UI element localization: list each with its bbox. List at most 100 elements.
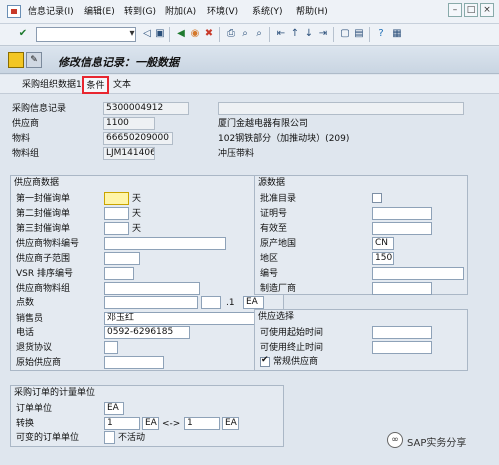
source-data-title: 源数据 [258,178,286,188]
command-dropdown-icon[interactable]: ▾ [128,27,136,41]
watermark-logo-icon: ∞ [387,432,403,448]
expand-left-icon[interactable]: ◁ [140,27,154,41]
material-group-field: LJM141406 [103,147,155,160]
reminder2-field[interactable] [104,207,129,220]
watermark-text: SAP实务分享 [407,438,467,449]
points-label: 点数 [16,298,35,308]
help-icon[interactable]: ? [374,27,388,41]
vendor-subrange-label: 供应商子范围 [16,254,71,264]
available-from-field[interactable] [372,326,432,339]
menu-goto[interactable]: 转到(G) [124,6,156,19]
prev-page-icon[interactable]: ↑ [288,27,302,41]
texts-button[interactable]: 文本 [113,78,131,92]
number-label: 编号 [260,269,279,279]
phone-label: 电话 [16,328,35,338]
certificate-field[interactable] [372,207,432,220]
manufacturer-field[interactable] [372,282,432,295]
points-field[interactable] [104,296,198,309]
variable-unit-label: 可变的订单单位 [16,433,80,443]
back-icon[interactable]: ◀ [174,27,188,41]
first-page-icon[interactable]: ⇤ [274,27,288,41]
info-record-desc-field [218,102,464,115]
vsr-sort-label: VSR 排序编号 [16,269,73,279]
save-icon[interactable]: ▣ [153,27,167,41]
print-icon[interactable]: ⎙ [224,27,238,41]
reminder1-unit: 天 [132,194,142,204]
reminder1-label: 第一封催询单 [16,194,71,204]
approval-list-checkbox[interactable] [372,193,382,203]
conditions-button[interactable]: 条件 [82,76,109,94]
material-description: 102钢铁部分（加推动块）(209) [218,134,350,144]
number-field[interactable] [372,267,464,280]
valid-to-field[interactable] [372,222,432,235]
material-field: 66650209000 [103,132,173,145]
conversion-left-field[interactable]: 1 [104,417,140,430]
return-agreement-field[interactable] [104,341,118,354]
exit-icon[interactable]: ◉ [188,27,202,41]
region-field[interactable]: 150 [372,252,394,265]
vendor-subrange-field[interactable] [104,252,140,265]
valid-to-label: 有效至 [260,224,288,234]
info-record-field: 5300004912 [103,102,189,115]
order-unit-field[interactable]: EA [104,402,124,415]
toolbar-separator [333,27,334,42]
material-label: 物料 [12,134,31,144]
enter-icon[interactable]: ✔ [16,27,30,41]
minimize-icon[interactable]: – [448,3,462,17]
salesperson-label: 销售员 [16,314,44,324]
menu-info-record[interactable]: 信息记录(I) [28,6,74,19]
phone-field[interactable]: 0592-6296185 [104,326,190,339]
reminder1-field[interactable] [104,192,129,205]
regular-vendor-checkbox[interactable] [260,355,270,367]
next-page-icon[interactable]: ↓ [302,27,316,41]
conversion-label: 转换 [16,419,35,429]
reminder3-field[interactable] [104,222,129,235]
available-to-field[interactable] [372,341,432,354]
vendor-material-no-field[interactable] [104,237,226,250]
display-change-icon[interactable]: ✎ [26,52,42,68]
new-session-icon[interactable]: ▢ [338,27,352,41]
points-unit-field[interactable]: EA [243,296,264,309]
page-title: 修改信息记录：一般数据 [58,56,179,69]
menu-environment[interactable]: 环境(V) [207,6,238,19]
original-vendor-field[interactable] [104,356,164,369]
toolbar-separator [369,27,370,42]
regular-vendor-label: 常规供应商 [273,357,319,367]
menu-extras[interactable]: 附加(A) [165,6,196,19]
menu-system[interactable]: 系统(Y) [252,6,283,19]
origin-country-field[interactable]: CN [372,237,394,250]
cancel-icon[interactable]: ✖ [202,27,216,41]
variable-unit-status: 不活动 [118,433,146,443]
conversion-arrow: <-> [162,419,181,429]
conversion-right-field[interactable]: 1 [184,417,220,430]
menu-help[interactable]: 帮助(H) [296,6,328,19]
variable-unit-field[interactable] [104,431,115,444]
last-page-icon[interactable]: ⇥ [316,27,330,41]
command-field[interactable] [36,27,136,42]
close-icon[interactable]: × [480,3,494,17]
po-unit-title: 采购订单的计量单位 [14,388,96,398]
points-separator: .1 [226,298,235,308]
find-next-icon[interactable]: ⌕ [252,27,266,41]
menu-edit[interactable]: 编辑(E) [84,6,115,19]
reminder2-label: 第二封催询单 [16,209,71,219]
find-icon[interactable]: ⌕ [238,27,252,41]
toolbar-separator [169,27,170,42]
vendor-material-group-field[interactable] [104,282,200,295]
maximize-icon[interactable]: □ [464,3,478,17]
sap-window-icon[interactable] [7,5,21,18]
points-per-field[interactable] [201,296,221,309]
available-to-label: 可使用终止时间 [260,343,324,353]
vendor-data-title: 供应商数据 [14,178,60,188]
salesperson-field[interactable]: 邓玉红 [104,312,270,325]
menu-bar [0,0,499,24]
layout-menu-icon[interactable]: ▦ [390,27,404,41]
conversion-left-unit: EA [142,417,159,430]
vsr-sort-field[interactable] [104,267,134,280]
vendor-label: 供应商 [12,119,40,129]
purch-org-data-button[interactable]: 采购组织数据1 [22,78,82,92]
conversion-right-unit: EA [222,417,239,430]
reminder2-unit: 天 [132,209,142,219]
shortcut-icon[interactable]: ▤ [352,27,366,41]
other-record-icon[interactable] [8,52,24,68]
